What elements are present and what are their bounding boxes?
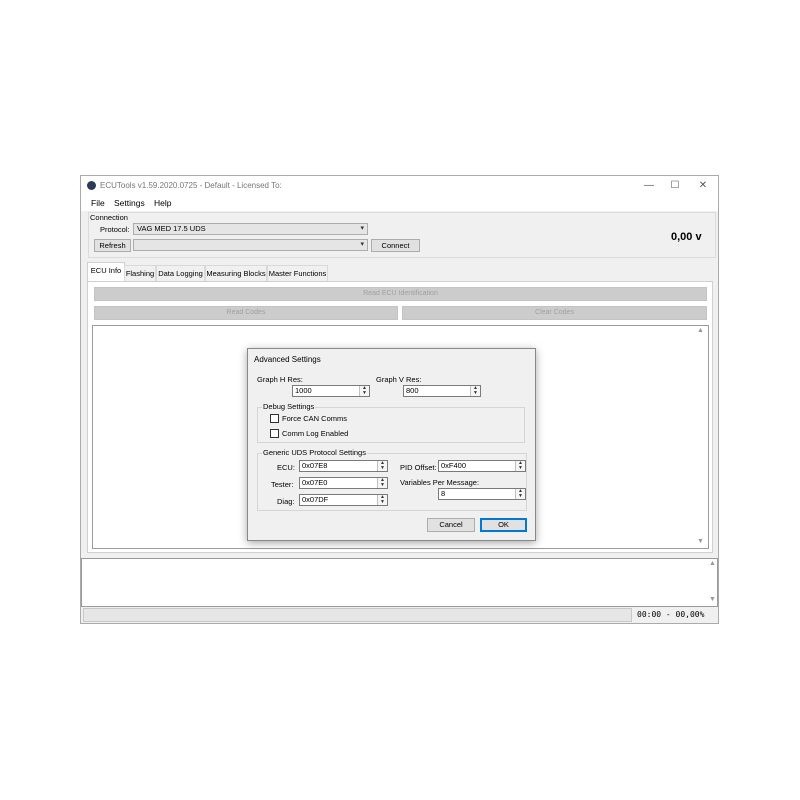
graph-v-res-value: 800 bbox=[406, 386, 419, 395]
read-codes-button[interactable]: Read Codes bbox=[94, 306, 398, 320]
graph-v-res-input[interactable]: 800 ▲ ▼ bbox=[403, 385, 481, 397]
pid-offset-label: PID Offset: bbox=[400, 463, 437, 472]
clear-codes-button[interactable]: Clear Codes bbox=[402, 306, 707, 320]
tab-flashing[interactable]: Flashing bbox=[124, 265, 156, 281]
spin-arrows-icon[interactable]: ▲ ▼ bbox=[515, 489, 525, 499]
tester-input[interactable]: 0x07E0 ▲ ▼ bbox=[299, 477, 388, 489]
menu-bar: File Settings Help bbox=[81, 195, 718, 211]
status-timer: 00:00 - 00,00% bbox=[637, 610, 705, 619]
spin-arrows-icon[interactable]: ▲ ▼ bbox=[470, 386, 480, 396]
graph-h-res-input[interactable]: 1000 ▲ ▼ bbox=[292, 385, 370, 397]
tester-label: Tester: bbox=[271, 480, 294, 489]
scroll-up-icon[interactable]: ▲ bbox=[697, 327, 704, 334]
tester-value: 0x07E0 bbox=[302, 478, 328, 487]
spin-arrows-icon[interactable]: ▲ ▼ bbox=[515, 461, 525, 471]
scroll-up-icon[interactable]: ▲ bbox=[709, 560, 716, 567]
diag-value: 0x07DF bbox=[302, 495, 329, 504]
tab-measuring-blocks[interactable]: Measuring Blocks bbox=[205, 265, 267, 281]
advanced-settings-dialog: Advanced Settings Graph H Res: 1000 ▲ ▼ G… bbox=[247, 348, 536, 541]
ecu-label: ECU: bbox=[277, 463, 295, 472]
vars-per-message-label: Variables Per Message: bbox=[400, 478, 480, 487]
protocol-label: Protocol: bbox=[100, 225, 130, 234]
diag-label: Diag: bbox=[277, 497, 295, 506]
pid-offset-value: 0xF400 bbox=[441, 461, 467, 470]
port-select[interactable]: ▾ bbox=[133, 239, 368, 251]
close-button[interactable]: ✕ bbox=[691, 178, 715, 193]
debug-settings-label: Debug Settings bbox=[262, 402, 316, 411]
voltage-readout: 0,00 v bbox=[671, 231, 702, 243]
scroll-down-icon[interactable]: ▼ bbox=[697, 538, 704, 545]
chevron-down-icon: ▾ bbox=[360, 225, 364, 232]
app-logo-icon bbox=[87, 181, 96, 190]
title-bar: ECUTools v1.59.2020.0725 - Default - Lic… bbox=[81, 176, 718, 195]
read-ecu-identification-button[interactable]: Read ECU Identification bbox=[94, 287, 707, 301]
tab-ecu-info[interactable]: ECU Info bbox=[87, 262, 125, 282]
menu-settings[interactable]: Settings bbox=[114, 198, 145, 208]
dialog-title: Advanced Settings bbox=[254, 355, 321, 364]
minimize-button[interactable]: — bbox=[637, 178, 661, 193]
connection-group-label: Connection bbox=[90, 213, 128, 222]
protocol-value: VAG MED 17.5 UDS bbox=[137, 224, 206, 233]
menu-file[interactable]: File bbox=[91, 198, 105, 208]
scroll-down-icon[interactable]: ▼ bbox=[709, 596, 716, 603]
spin-arrows-icon[interactable]: ▲ ▼ bbox=[377, 461, 387, 471]
force-can-checkbox[interactable] bbox=[270, 414, 279, 423]
graph-h-res-value: 1000 bbox=[295, 386, 312, 395]
window-title: ECUTools v1.59.2020.0725 - Default - Lic… bbox=[100, 181, 282, 190]
uds-settings-label: Generic UDS Protocol Settings bbox=[262, 448, 367, 457]
graph-h-res-label: Graph H Res: bbox=[257, 375, 303, 384]
vars-per-message-value: 8 bbox=[441, 489, 446, 498]
tab-data-logging[interactable]: Data Logging bbox=[156, 265, 205, 281]
spin-arrows-icon[interactable]: ▲ ▼ bbox=[359, 386, 369, 396]
ecu-value: 0x07E8 bbox=[302, 461, 328, 470]
cancel-button[interactable]: Cancel bbox=[427, 518, 475, 532]
spin-arrows-icon[interactable]: ▲ ▼ bbox=[377, 478, 387, 488]
diag-input[interactable]: 0x07DF ▲ ▼ bbox=[299, 494, 388, 506]
maximize-button[interactable]: ☐ bbox=[663, 178, 687, 193]
spin-arrows-icon[interactable]: ▲ ▼ bbox=[377, 495, 387, 505]
protocol-select[interactable]: VAG MED 17.5 UDS ▾ bbox=[133, 223, 368, 235]
chevron-down-icon: ▾ bbox=[360, 241, 364, 248]
comm-log-label: Comm Log Enabled bbox=[282, 429, 349, 438]
vars-per-message-input[interactable]: 8 ▲ ▼ bbox=[438, 488, 526, 500]
force-can-label: Force CAN Comms bbox=[282, 414, 348, 423]
ecu-input[interactable]: 0x07E8 ▲ ▼ bbox=[299, 460, 388, 472]
progress-bar bbox=[83, 608, 632, 622]
graph-v-res-label: Graph V Res: bbox=[376, 375, 422, 384]
connect-button[interactable]: Connect bbox=[371, 239, 420, 252]
refresh-button[interactable]: Refresh bbox=[94, 239, 131, 252]
menu-help[interactable]: Help bbox=[154, 198, 171, 208]
comm-log-checkbox[interactable] bbox=[270, 429, 279, 438]
tab-master-functions[interactable]: Master Functions bbox=[267, 265, 328, 281]
log-output bbox=[81, 558, 718, 607]
pid-offset-input[interactable]: 0xF400 ▲ ▼ bbox=[438, 460, 526, 472]
ok-button[interactable]: OK bbox=[480, 518, 527, 532]
